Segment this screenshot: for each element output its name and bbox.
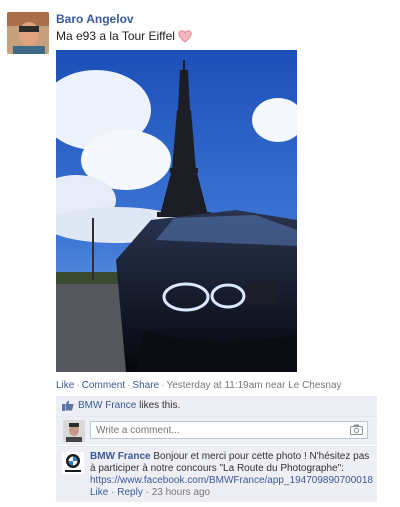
comment-meta: Like · Reply · 23 hours ago (90, 487, 211, 498)
heart-icon (178, 29, 192, 43)
comment-field[interactable] (90, 421, 368, 439)
comment-link[interactable]: Comment (82, 380, 125, 391)
post-photo[interactable] (56, 50, 297, 372)
post-message-text: Ma e93 a la Tour Eiffel (56, 29, 175, 43)
comment-input[interactable] (91, 422, 336, 438)
likes-text: BMW France likes this. (78, 400, 181, 411)
comment-composer (56, 417, 377, 445)
comment-item: BMW France Bonjour et merci pour cette p… (56, 446, 377, 502)
comment-time[interactable]: 23 hours ago (152, 487, 210, 498)
likes-summary: BMW France likes this. (56, 396, 377, 417)
bmw-logo-avatar[interactable] (62, 452, 84, 474)
share-link[interactable]: Share (132, 380, 159, 391)
viewer-avatar (63, 420, 85, 442)
thumbs-up-icon (62, 400, 74, 411)
author-avatar[interactable] (7, 12, 49, 54)
post-timestamp[interactable]: Yesterday at 11:19am near Le Chesnay (166, 380, 341, 391)
like-link[interactable]: Like (56, 380, 74, 391)
post-message: Ma e93 a la Tour Eiffel (56, 29, 192, 43)
post-actions: Like · Comment · Share · Yesterday at 11:19am … (56, 380, 342, 391)
comment-url[interactable]: https://www.facebook.com/BMWFrance/app_1… (90, 475, 373, 487)
liker-name[interactable]: BMW France (78, 400, 136, 411)
post-author[interactable]: Baro Angelov (56, 12, 134, 26)
comment-body: BMW France Bonjour et merci pour cette p… (90, 451, 373, 499)
comment-author[interactable]: BMW France (90, 451, 151, 462)
comment-like-link[interactable]: Like (90, 487, 108, 498)
comment-reply-link[interactable]: Reply (117, 487, 143, 498)
camera-icon[interactable] (350, 424, 363, 435)
